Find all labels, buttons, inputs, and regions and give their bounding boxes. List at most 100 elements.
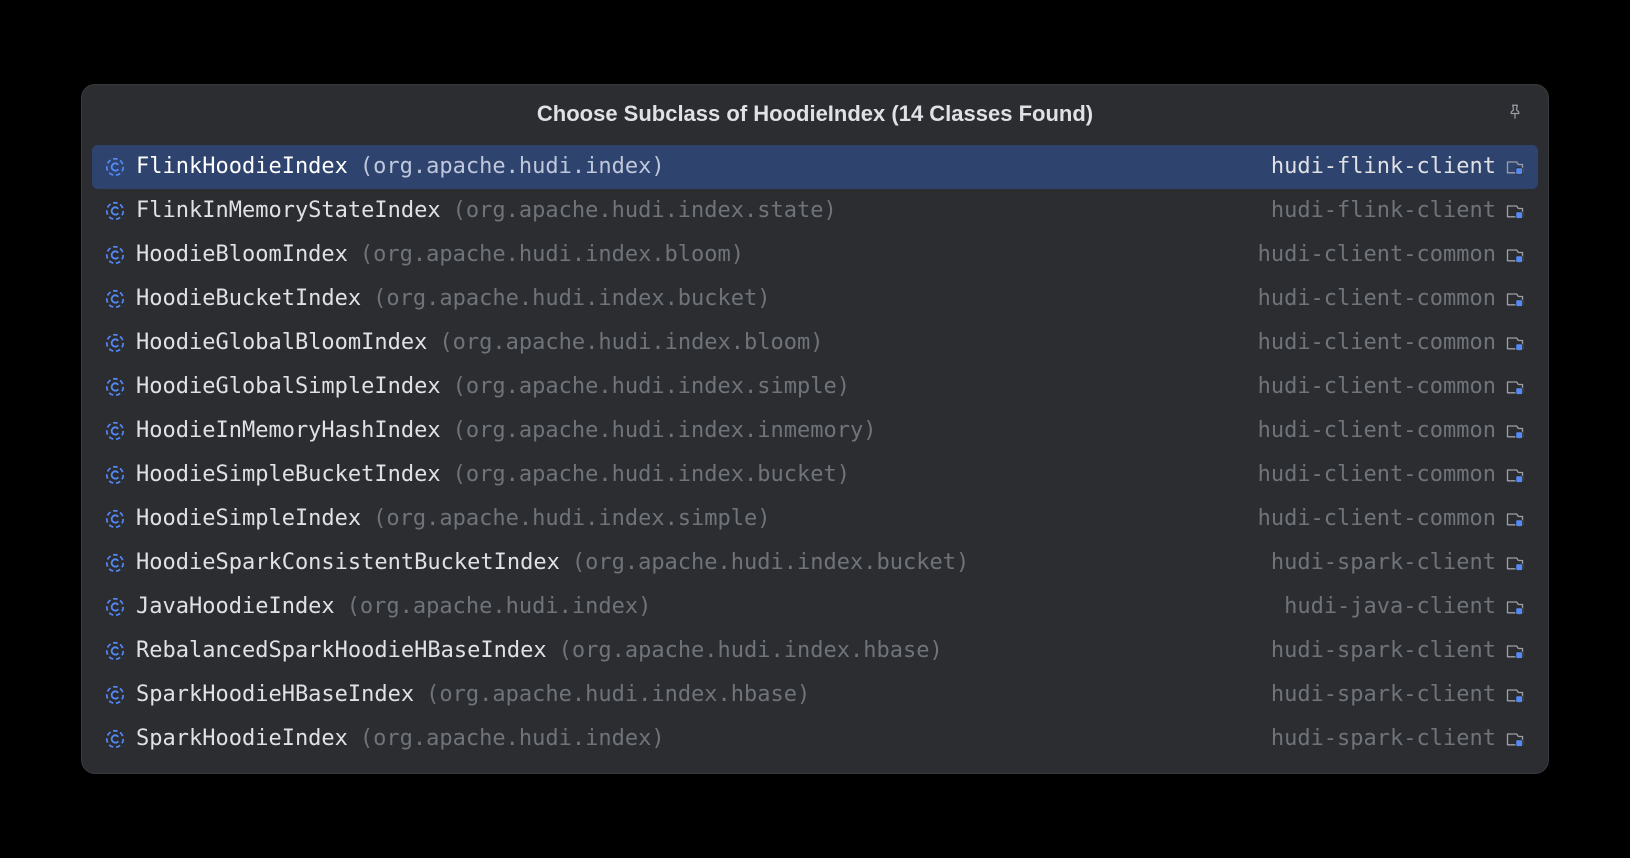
module-folder-icon: [1504, 508, 1526, 530]
list-item[interactable]: HoodieInMemoryHashIndex (org.apache.hudi.…: [92, 409, 1538, 453]
module-folder-icon: [1504, 420, 1526, 442]
class-name: HoodieSimpleBucketIndex: [136, 459, 441, 491]
list-item[interactable]: HoodieSimpleBucketIndex (org.apache.hudi.…: [92, 453, 1538, 497]
item-right: hudi-spark-client: [1271, 679, 1526, 711]
package-name: (org.apache.hudi.index.bucket): [373, 283, 770, 315]
class-name: SparkHoodieHBaseIndex: [136, 679, 414, 711]
list-item[interactable]: FlinkHoodieIndex (org.apache.hudi.index) h…: [92, 145, 1538, 189]
package-name: (org.apache.hudi.index.hbase): [426, 679, 810, 711]
package-name: (org.apache.hudi.index.inmemory): [453, 415, 877, 447]
class-name: JavaHoodieIndex: [136, 591, 335, 623]
package-name: (org.apache.hudi.index): [360, 151, 665, 183]
package-name: (org.apache.hudi.index.hbase): [559, 635, 943, 667]
package-name: (org.apache.hudi.index.bucket): [453, 459, 850, 491]
class-icon: [104, 684, 126, 706]
item-right: hudi-java-client: [1284, 591, 1526, 623]
list-item[interactable]: RebalancedSparkHoodieHBaseIndex (org.apac…: [92, 629, 1538, 673]
popup-title: Choose Subclass of HoodieIndex (14 Class…: [537, 101, 1093, 127]
class-icon: [104, 596, 126, 618]
module-name: hudi-client-common: [1258, 371, 1496, 403]
item-left: HoodieGlobalBloomIndex (org.apache.hudi.i…: [136, 327, 1242, 359]
item-left: HoodieSimpleIndex(org.apache.hudi.index.…: [136, 503, 1242, 535]
module-name: hudi-client-common: [1258, 503, 1496, 535]
package-name: (org.apache.hudi.index.bloom): [360, 239, 744, 271]
module-folder-icon: [1504, 684, 1526, 706]
list-item[interactable]: HoodieSimpleIndex(org.apache.hudi.index.…: [92, 497, 1538, 541]
module-folder-icon: [1504, 332, 1526, 354]
item-left: HoodieInMemoryHashIndex (org.apache.hudi.…: [136, 415, 1242, 447]
list-item[interactable]: FlinkInMemoryStateIndex(org.apache.hudi.…: [92, 189, 1538, 233]
class-icon: [104, 288, 126, 310]
class-name: HoodieInMemoryHashIndex: [136, 415, 441, 447]
module-folder-icon: [1504, 640, 1526, 662]
package-name: (org.apache.hudi.index.simple): [373, 503, 770, 535]
module-folder-icon: [1504, 728, 1526, 750]
module-name: hudi-client-common: [1258, 239, 1496, 271]
module-name: hudi-spark-client: [1271, 547, 1496, 579]
class-icon: [104, 552, 126, 574]
class-icon: [104, 156, 126, 178]
item-right: hudi-client-common: [1258, 459, 1526, 491]
item-left: HoodieBucketIndex (org.apache.hudi.index.…: [136, 283, 1242, 315]
module-folder-icon: [1504, 596, 1526, 618]
package-name: (org.apache.hudi.index.bucket): [572, 547, 969, 579]
item-left: SparkHoodieHBaseIndex (org.apache.hudi.in…: [136, 679, 1255, 711]
module-folder-icon: [1504, 156, 1526, 178]
class-icon: [104, 200, 126, 222]
item-right: hudi-spark-client: [1271, 635, 1526, 667]
class-icon: [104, 508, 126, 530]
class-name: HoodieGlobalSimpleIndex: [136, 371, 441, 403]
class-icon: [104, 420, 126, 442]
class-icon: [104, 332, 126, 354]
class-name: RebalancedSparkHoodieHBaseIndex: [136, 635, 547, 667]
module-folder-icon: [1504, 464, 1526, 486]
pin-button[interactable]: [1502, 99, 1528, 125]
class-name: SparkHoodieIndex: [136, 723, 348, 755]
list-item[interactable]: SparkHoodieHBaseIndex (org.apache.hudi.in…: [92, 673, 1538, 717]
list-item[interactable]: JavaHoodieIndex(org.apache.hudi.index) hu…: [92, 585, 1538, 629]
module-name: hudi-flink-client: [1271, 195, 1496, 227]
package-name: (org.apache.hudi.index.bloom): [439, 327, 823, 359]
list-item[interactable]: SparkHoodieIndex (org.apache.hudi.index) h…: [92, 717, 1538, 761]
module-name: hudi-spark-client: [1271, 679, 1496, 711]
item-right: hudi-client-common: [1258, 371, 1526, 403]
module-name: hudi-spark-client: [1271, 723, 1496, 755]
item-left: HoodieBloomIndex (org.apache.hudi.index.b…: [136, 239, 1242, 271]
list-item[interactable]: HoodieSparkConsistentBucketIndex(org.apa…: [92, 541, 1538, 585]
module-folder-icon: [1504, 244, 1526, 266]
item-left: HoodieSparkConsistentBucketIndex(org.apa…: [136, 547, 1255, 579]
list-item[interactable]: HoodieBloomIndex (org.apache.hudi.index.b…: [92, 233, 1538, 277]
item-right: hudi-client-common: [1258, 503, 1526, 535]
class-name: FlinkInMemoryStateIndex: [136, 195, 441, 227]
class-name: HoodieBloomIndex: [136, 239, 348, 271]
module-name: hudi-flink-client: [1271, 151, 1496, 183]
module-folder-icon: [1504, 376, 1526, 398]
package-name: (org.apache.hudi.index): [360, 723, 665, 755]
module-name: hudi-client-common: [1258, 327, 1496, 359]
package-name: (org.apache.hudi.index.simple): [453, 371, 850, 403]
class-list: FlinkHoodieIndex (org.apache.hudi.index) h…: [82, 145, 1548, 773]
class-chooser-popup: Choose Subclass of HoodieIndex (14 Class…: [81, 84, 1549, 774]
item-left: FlinkInMemoryStateIndex(org.apache.hudi.…: [136, 195, 1255, 227]
class-icon: [104, 728, 126, 750]
list-item[interactable]: HoodieGlobalBloomIndex (org.apache.hudi.i…: [92, 321, 1538, 365]
class-icon: [104, 464, 126, 486]
class-name: HoodieBucketIndex: [136, 283, 361, 315]
module-folder-icon: [1504, 552, 1526, 574]
module-name: hudi-java-client: [1284, 591, 1496, 623]
item-left: JavaHoodieIndex(org.apache.hudi.index): [136, 591, 1268, 623]
item-right: hudi-client-common: [1258, 239, 1526, 271]
item-right: hudi-client-common: [1258, 283, 1526, 315]
class-name: HoodieGlobalBloomIndex: [136, 327, 427, 359]
module-folder-icon: [1504, 288, 1526, 310]
class-name: FlinkHoodieIndex: [136, 151, 348, 183]
module-folder-icon: [1504, 200, 1526, 222]
popup-header: Choose Subclass of HoodieIndex (14 Class…: [82, 85, 1548, 145]
item-left: FlinkHoodieIndex (org.apache.hudi.index): [136, 151, 1255, 183]
item-left: HoodieSimpleBucketIndex (org.apache.hudi.…: [136, 459, 1242, 491]
item-left: SparkHoodieIndex (org.apache.hudi.index): [136, 723, 1255, 755]
item-left: RebalancedSparkHoodieHBaseIndex (org.apac…: [136, 635, 1255, 667]
list-item[interactable]: HoodieGlobalSimpleIndex (org.apache.hudi.…: [92, 365, 1538, 409]
list-item[interactable]: HoodieBucketIndex (org.apache.hudi.index.…: [92, 277, 1538, 321]
item-left: HoodieGlobalSimpleIndex (org.apache.hudi.…: [136, 371, 1242, 403]
